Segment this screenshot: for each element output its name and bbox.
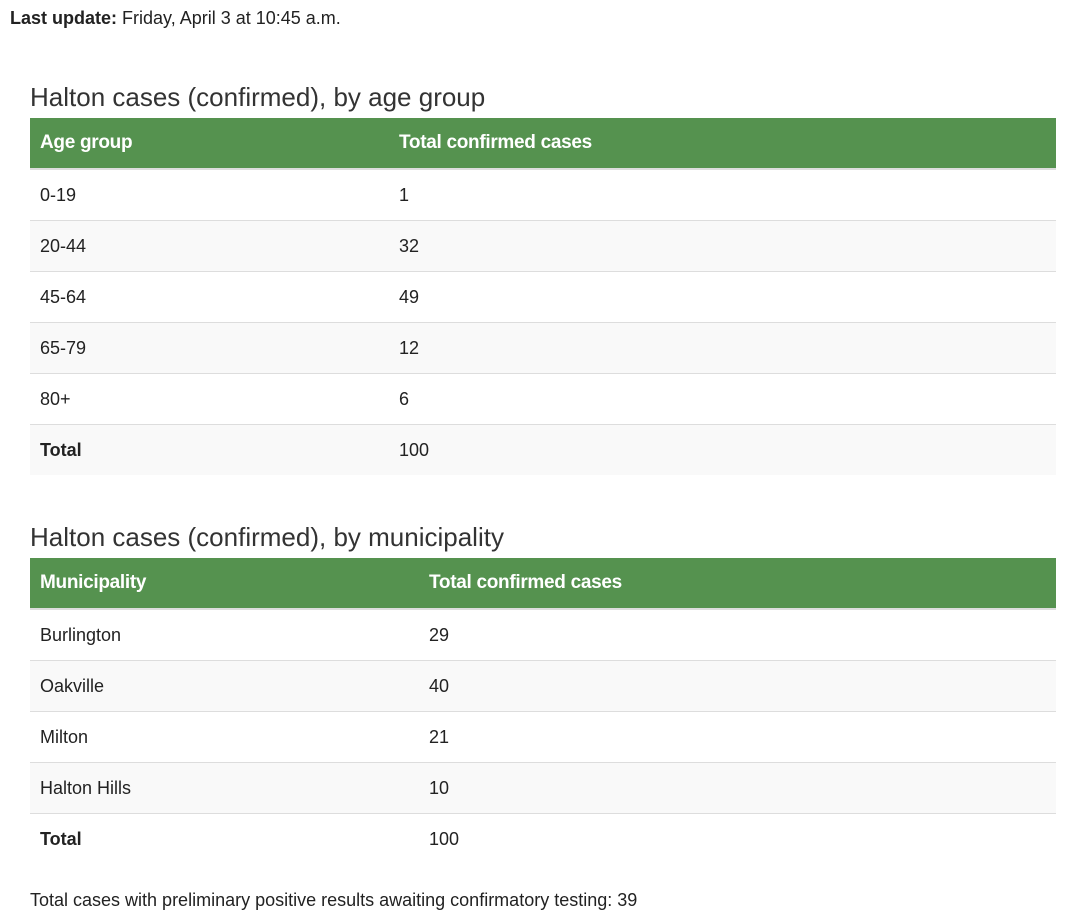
age-group-cell: 65-79 [30, 322, 389, 374]
last-update: Last update: Friday, April 3 at 10:45 a.… [10, 6, 341, 30]
cases-cell: 49 [389, 271, 1056, 323]
municipality-section: Halton cases (confirmed), by municipalit… [30, 520, 1056, 864]
preliminary-cases-note: Total cases with preliminary positive re… [30, 890, 638, 910]
total-row: Total 100 [30, 424, 1056, 475]
age-group-section: Halton cases (confirmed), by age group A… [30, 80, 1056, 475]
cases-cell: 10 [419, 762, 1056, 814]
municipality-cell: Oakville [30, 660, 419, 712]
cases-cell: 40 [419, 660, 1056, 712]
table-row: 0-19 1 [30, 168, 1056, 221]
age-group-cell: 80+ [30, 373, 389, 425]
municipality-title: Halton cases (confirmed), by municipalit… [30, 522, 504, 552]
table-row: Oakville 40 [30, 660, 1056, 712]
municipality-column-header: Municipality [30, 558, 419, 609]
municipality-cell: Milton [30, 711, 419, 763]
cases-cell: 1 [389, 168, 1056, 221]
cases-cell: 12 [389, 322, 1056, 374]
cases-cell: 21 [419, 711, 1056, 763]
municipality-cell: Burlington [30, 608, 419, 661]
table-row: Milton 21 [30, 711, 1056, 763]
age-group-cell: 20-44 [30, 220, 389, 272]
age-group-title: Halton cases (confirmed), by age group [30, 82, 486, 112]
table-row: Halton Hills 10 [30, 762, 1056, 814]
total-label: Total [30, 424, 389, 475]
table-row: 20-44 32 [30, 220, 1056, 272]
cases-cell: 6 [389, 373, 1056, 425]
table-row: 65-79 12 [30, 322, 1056, 374]
age-group-cell: 45-64 [30, 271, 389, 323]
table-row: 45-64 49 [30, 271, 1056, 323]
table-row: Burlington 29 [30, 608, 1056, 661]
total-value: 100 [419, 813, 1056, 864]
cases-cell: 29 [419, 608, 1056, 661]
age-group-header-row: Age group Total confirmed cases [30, 118, 1056, 169]
total-cases-column-header: Total confirmed cases [389, 118, 1056, 169]
municipality-cell: Halton Hills [30, 762, 419, 814]
municipality-header-row: Municipality Total confirmed cases [30, 558, 1056, 609]
total-cases-column-header: Total confirmed cases [419, 558, 1056, 609]
last-update-value: Friday, April 3 at 10:45 a.m. [122, 8, 341, 28]
last-update-label: Last update: [10, 8, 118, 28]
age-group-cell: 0-19 [30, 168, 389, 221]
age-group-column-header: Age group [30, 118, 389, 169]
total-value: 100 [389, 424, 1056, 475]
total-row: Total 100 [30, 813, 1056, 864]
cases-cell: 32 [389, 220, 1056, 272]
total-label: Total [30, 813, 419, 864]
table-row: 80+ 6 [30, 373, 1056, 425]
municipality-table: Municipality Total confirmed cases Burli… [30, 558, 1056, 864]
age-group-table: Age group Total confirmed cases 0-19 1 2… [30, 118, 1056, 475]
